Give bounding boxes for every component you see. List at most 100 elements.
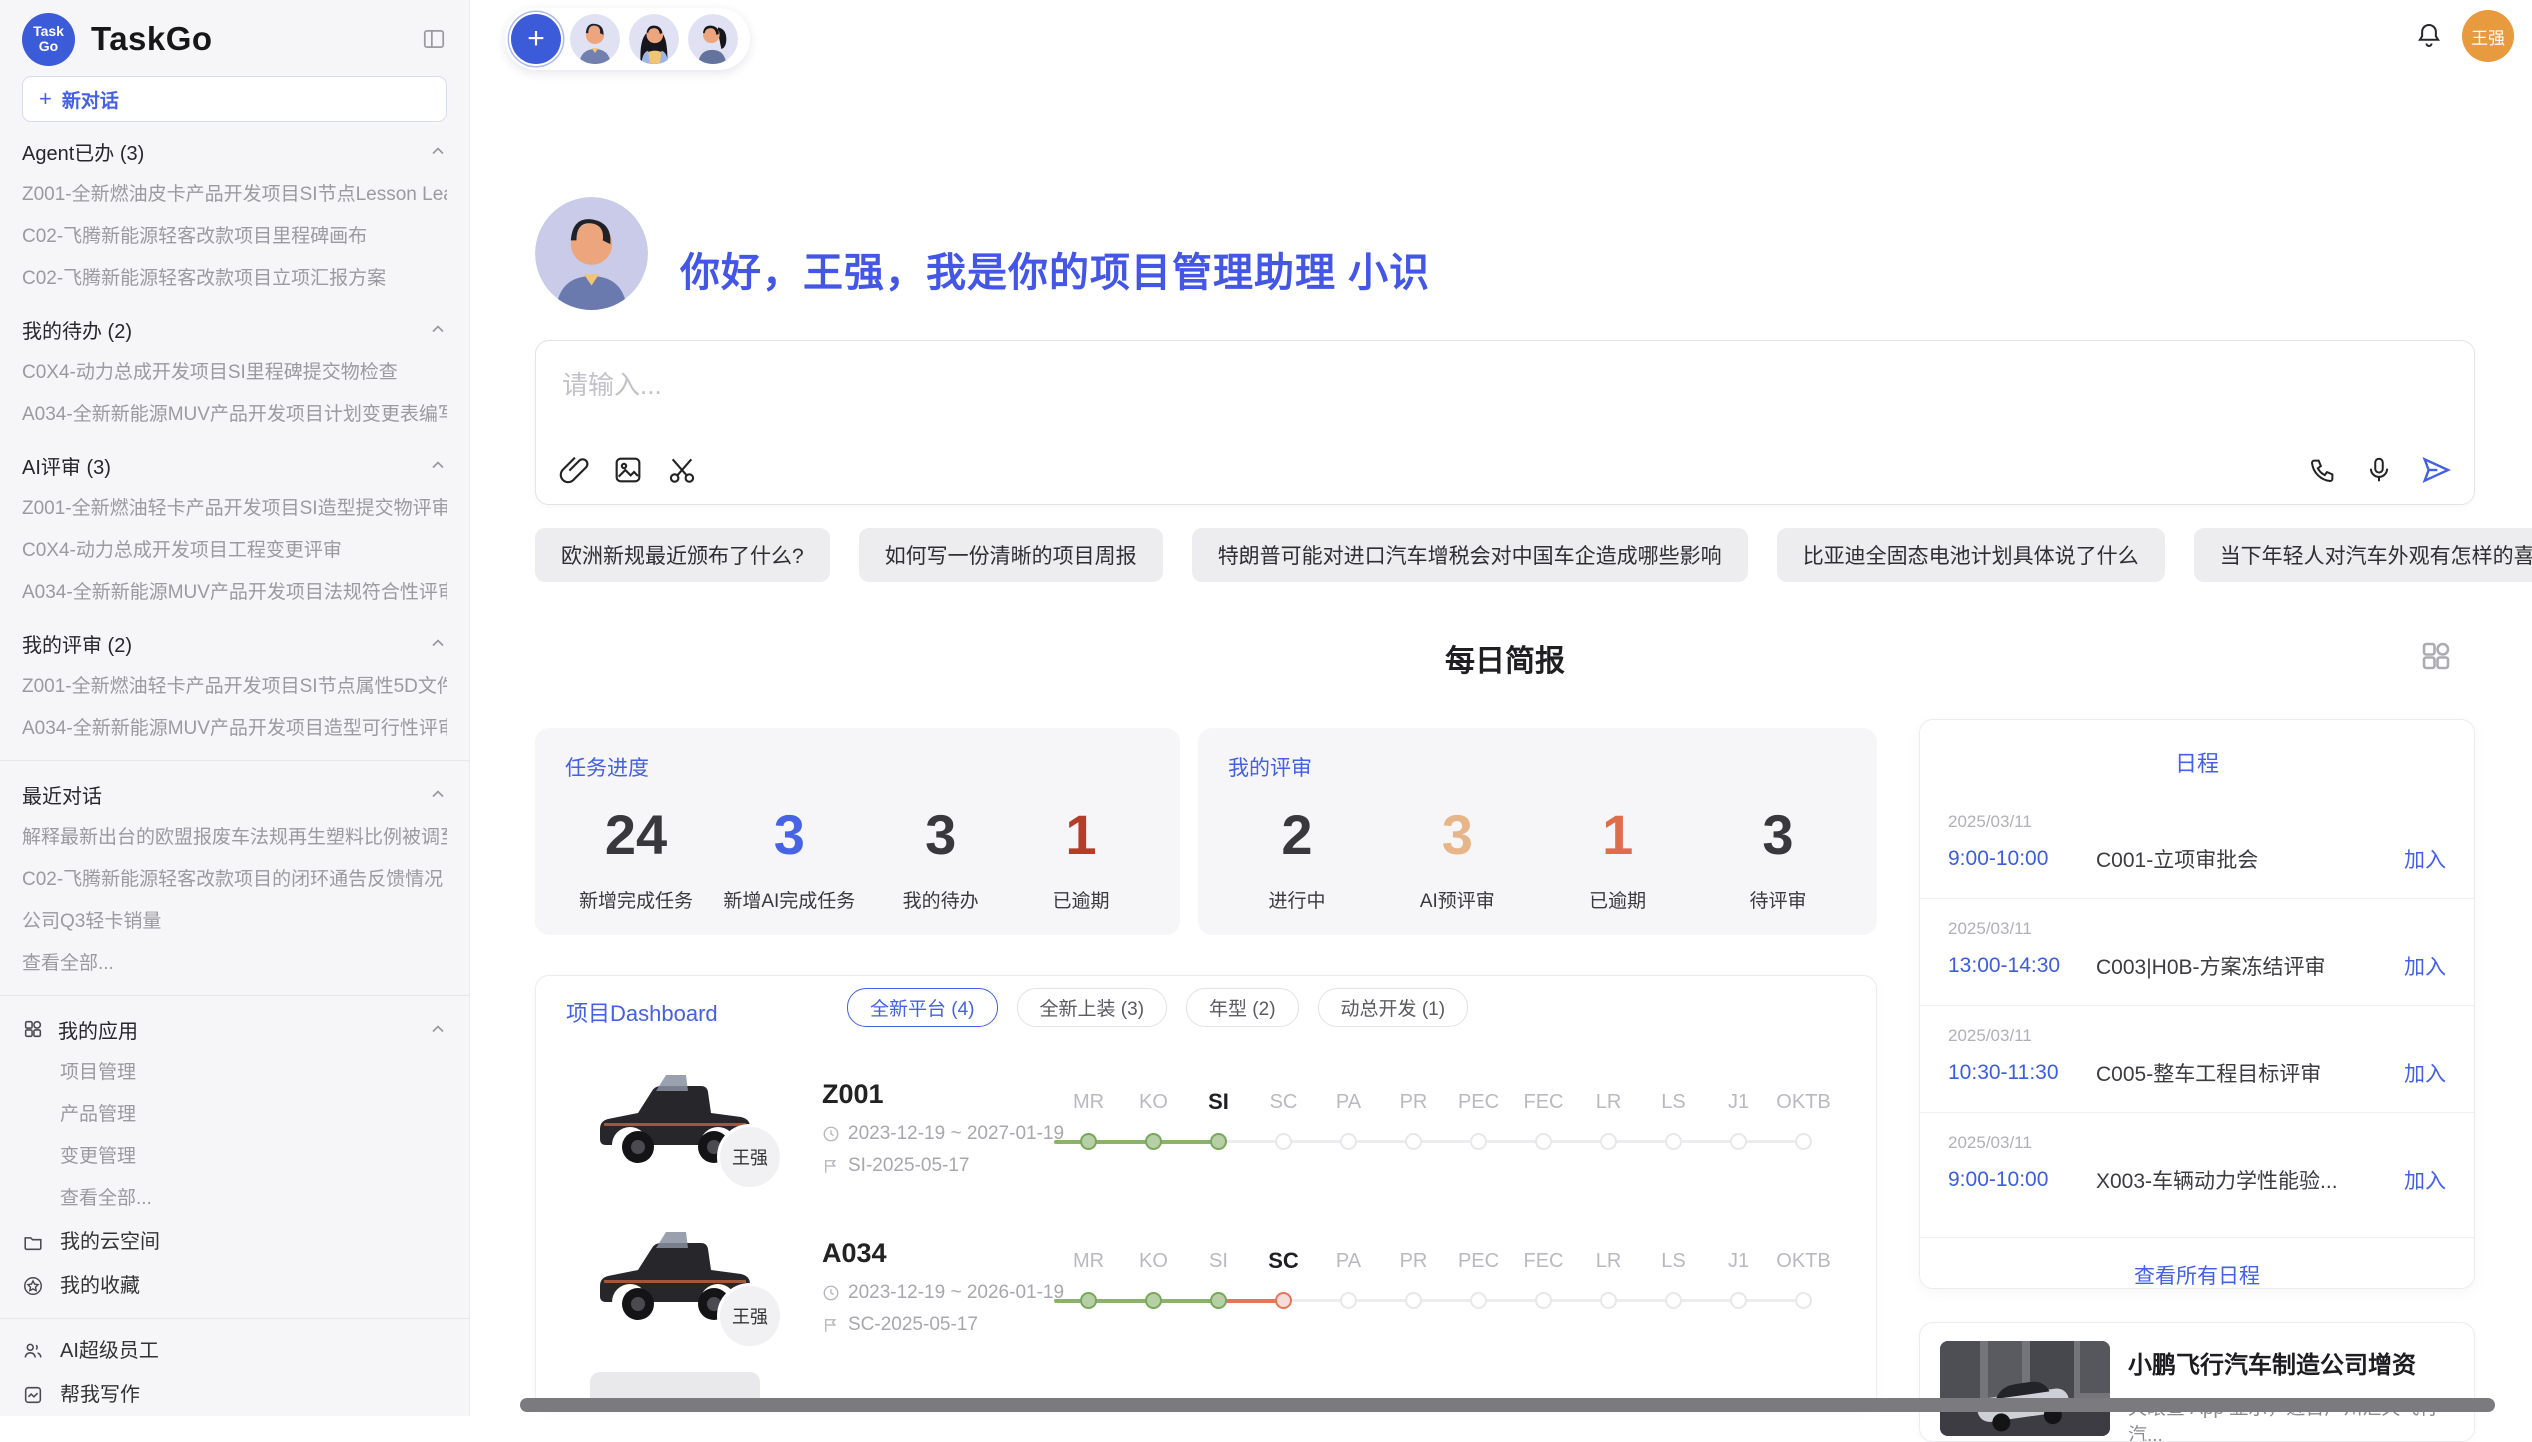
milestone-dot[interactable] <box>1795 1133 1812 1150</box>
attachment-icon[interactable] <box>558 454 590 486</box>
milestone-dot[interactable] <box>1340 1133 1357 1150</box>
sidebar-item-my-apps[interactable]: 我的应用 <box>22 1006 447 1052</box>
card-title: 我的评审 <box>1228 752 1847 782</box>
sidebar-item-favorites[interactable]: 我的收藏 <box>22 1264 447 1308</box>
sidebar-item[interactable]: C0X4-动力总成开发项目工程变更评审 <box>22 530 447 572</box>
milestone-dot[interactable] <box>1080 1133 1097 1150</box>
notifications-bell-icon[interactable] <box>2414 20 2444 50</box>
milestone-dot[interactable] <box>1210 1292 1227 1309</box>
chevron-up-icon <box>429 456 447 474</box>
join-link[interactable]: 加入 <box>2404 1165 2446 1195</box>
sidebar-group-agent-done[interactable]: Agent已办 (3) <box>22 128 447 174</box>
milestone-dot[interactable] <box>1730 1133 1747 1150</box>
milestone-dot[interactable] <box>1535 1133 1552 1150</box>
suggestion-chip[interactable]: 如何写一份清晰的项目周报 <box>859 528 1163 582</box>
filter-model-year[interactable]: 年型 (2) <box>1186 988 1299 1027</box>
sidebar-item[interactable]: Z001-全新燃油轻卡产品开发项目SI造型提交物评审 <box>22 488 447 530</box>
microphone-icon[interactable] <box>2364 455 2394 485</box>
suggestion-chip[interactable]: 欧洲新规最近颁布了什么? <box>535 528 830 582</box>
milestone-dot[interactable] <box>1470 1133 1487 1150</box>
milestone-dot[interactable] <box>1665 1133 1682 1150</box>
image-icon[interactable] <box>612 454 644 486</box>
suggestion-chip[interactable]: 比亚迪全固态电池计划具体说了什么 <box>1777 528 2165 582</box>
recent-chat-item[interactable]: 解释最新出台的欧盟报废车法规再生塑料比例被调至15%... <box>22 817 447 859</box>
view-all-chats[interactable]: 查看全部... <box>22 943 447 985</box>
milestone-dot[interactable] <box>1470 1292 1487 1309</box>
session-avatar-1[interactable] <box>570 14 620 64</box>
sidebar-item[interactable]: A034-全新新能源MUV产品开发项目计划变更表编写 <box>22 394 447 436</box>
milestone-dot[interactable] <box>1080 1292 1097 1309</box>
sidebar-item-change-mgmt[interactable]: 变更管理 <box>22 1136 447 1178</box>
sidebar-item-cloud-space[interactable]: 我的云空间 <box>22 1220 447 1264</box>
suggestion-chip[interactable]: 当下年轻人对汽车外观有怎样的喜好趋势 <box>2194 528 2532 582</box>
milestone-dot[interactable] <box>1145 1133 1162 1150</box>
milestone-dot[interactable] <box>1405 1133 1422 1150</box>
add-session-button[interactable]: + <box>511 14 561 64</box>
horizontal-scrollbar[interactable] <box>520 1398 2495 1412</box>
news-title: 小鹏飞行汽车制造公司增资 <box>2128 1345 2416 1380</box>
send-icon[interactable] <box>2420 454 2452 486</box>
sidebar-item-ai-super-staff[interactable]: AI超级员工 <box>22 1329 447 1373</box>
milestone-dot[interactable] <box>1535 1292 1552 1309</box>
milestone-dot[interactable] <box>1275 1133 1292 1150</box>
scissors-icon[interactable] <box>666 454 698 486</box>
user-avatar[interactable]: 王强 <box>2462 10 2514 62</box>
milestone-dot[interactable] <box>1600 1292 1617 1309</box>
filter-powertrain[interactable]: 动总开发 (1) <box>1318 988 1469 1027</box>
view-all-apps[interactable]: 查看全部... <box>22 1178 447 1220</box>
milestone-label: J1 <box>1728 1247 1749 1275</box>
session-avatar-2[interactable] <box>629 14 679 64</box>
sidebar-group-recent-chats[interactable]: 最近对话 <box>22 771 447 817</box>
milestone-dot[interactable] <box>1795 1292 1812 1309</box>
milestone-dot[interactable] <box>1210 1133 1227 1150</box>
news-card[interactable]: 小鹏飞行汽车制造公司增资 天眼查 App 显示，近日广州汇天飞行汽... <box>1919 1322 2475 1442</box>
milestone-dot[interactable] <box>1730 1292 1747 1309</box>
sidebar-item[interactable]: A034-全新新能源MUV产品开发项目造型可行性评审 <box>22 708 447 750</box>
star-badge-icon <box>22 1275 46 1297</box>
recent-chat-item[interactable]: 公司Q3轻卡销量 <box>22 901 447 943</box>
sidebar-item[interactable]: A034-全新新能源MUV产品开发项目法规符合性评审 <box>22 572 447 614</box>
filter-new-platform[interactable]: 全新平台 (4) <box>847 988 998 1027</box>
sidebar-group-my-review[interactable]: 我的评审 (2) <box>22 620 447 666</box>
brief-layout-icon[interactable] <box>2418 638 2454 674</box>
join-link[interactable]: 加入 <box>2404 951 2446 981</box>
sidebar: Task Go TaskGo + 新对话 Agent已办 (3) Z001-全新… <box>0 0 470 1416</box>
milestone-label: KO <box>1139 1247 1168 1275</box>
project-name[interactable]: Z001 <box>822 1079 884 1110</box>
sidebar-item-product-mgmt[interactable]: 产品管理 <box>22 1094 447 1136</box>
project-owner-badge: 王强 <box>717 1283 783 1349</box>
collapse-sidebar-icon[interactable] <box>421 26 447 52</box>
chat-input-card <box>535 340 2475 505</box>
milestone-dot[interactable] <box>1665 1292 1682 1309</box>
sidebar-item[interactable]: C02-飞腾新能源轻客改款项目立项汇报方案 <box>22 258 447 300</box>
sidebar-item-project-mgmt[interactable]: 项目管理 <box>22 1052 447 1094</box>
my-apps-label: 我的应用 <box>58 1015 138 1044</box>
project-name[interactable]: A034 <box>822 1238 887 1269</box>
milestone-dot[interactable] <box>1145 1292 1162 1309</box>
view-all-schedule-link[interactable]: 查看所有日程 <box>1920 1237 2474 1290</box>
new-chat-button[interactable]: + 新对话 <box>22 76 447 122</box>
chat-input[interactable] <box>560 369 2064 402</box>
milestone-dot-overdue[interactable] <box>1275 1292 1292 1309</box>
taskgo-app: Task Go TaskGo + 新对话 Agent已办 (3) Z001-全新… <box>0 0 2532 1416</box>
sidebar-item[interactable]: C02-飞腾新能源轻客改款项目里程碑画布 <box>22 216 447 258</box>
sidebar-item[interactable]: Z001-全新燃油皮卡产品开发项目SI节点Lesson Learn报告 <box>22 174 447 216</box>
join-link[interactable]: 加入 <box>2404 1058 2446 1088</box>
milestone-dot[interactable] <box>1340 1292 1357 1309</box>
milestone-dot[interactable] <box>1600 1133 1617 1150</box>
milestone-label: LR <box>1596 1247 1622 1275</box>
filter-new-body[interactable]: 全新上装 (3) <box>1017 988 1168 1027</box>
sidebar-item[interactable]: Z001-全新燃油轻卡产品开发项目SI节点属性5D文件评审 <box>22 666 447 708</box>
schedule-time: 10:30-11:30 <box>1948 1061 2096 1085</box>
join-link[interactable]: 加入 <box>2404 844 2446 874</box>
sidebar-item[interactable]: C0X4-动力总成开发项目SI里程碑提交物检查 <box>22 352 447 394</box>
phone-icon[interactable] <box>2308 455 2338 485</box>
suggestion-chip[interactable]: 特朗普可能对进口汽车增税会对中国车企造成哪些影响 <box>1192 528 1748 582</box>
milestone-dot[interactable] <box>1405 1292 1422 1309</box>
sidebar-group-my-todo[interactable]: 我的待办 (2) <box>22 306 447 352</box>
session-avatar-3[interactable] <box>688 14 738 64</box>
recent-chat-item[interactable]: C02-飞腾新能源轻客改款项目的闭环通告反馈情况 <box>22 859 447 901</box>
sidebar-item-help-me-write[interactable]: 帮我写作 <box>22 1373 447 1416</box>
sidebar-group-ai-review[interactable]: AI评审 (3) <box>22 442 447 488</box>
schedule-date: 2025/03/11 <box>1948 812 2446 832</box>
